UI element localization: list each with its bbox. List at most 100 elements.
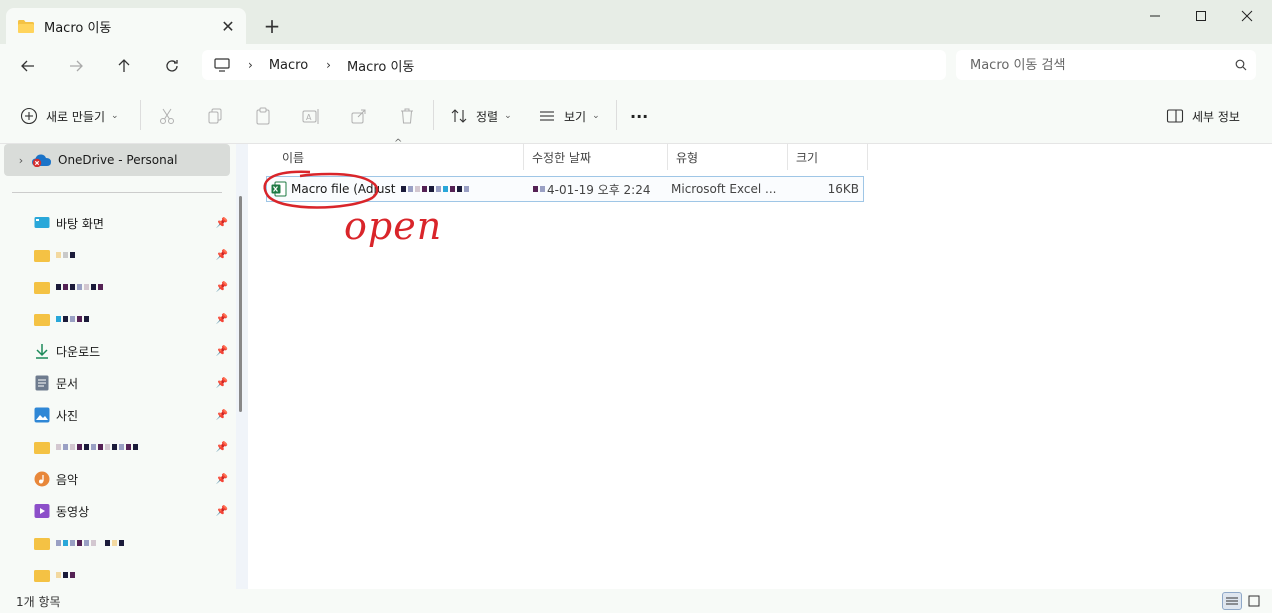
sidebar-item-folder[interactable] (34, 563, 230, 587)
pin-icon[interactable]: 📌 (214, 378, 230, 389)
paste-button[interactable] (254, 102, 272, 130)
column-header-type[interactable]: 유형 (668, 144, 788, 170)
pin-icon[interactable]: 📌 (214, 506, 230, 517)
maximize-button[interactable] (1178, 0, 1224, 32)
more-button[interactable]: ··· (630, 102, 648, 130)
copy-button[interactable] (206, 102, 224, 130)
add-circle-icon (20, 107, 38, 125)
address-bar[interactable]: › Macro › Macro 이동 (202, 50, 946, 80)
search-input[interactable] (970, 57, 1226, 73)
column-header-name[interactable]: 이름 (274, 144, 524, 170)
scissors-icon (160, 108, 174, 124)
sidebar-scrollbar[interactable] (239, 196, 242, 412)
sidebar-item-videos[interactable]: 동영상 📌 (34, 499, 230, 523)
new-label: 새로 만들기 (46, 109, 106, 124)
divider (433, 100, 434, 130)
new-tab-button[interactable]: + (258, 12, 286, 40)
chevron-right-icon: › (326, 58, 331, 72)
column-header-size[interactable]: 크기 (788, 144, 868, 170)
pin-icon[interactable]: 📌 (214, 474, 230, 485)
forward-button[interactable] (60, 50, 92, 82)
folder-icon (34, 567, 50, 583)
back-button[interactable] (12, 50, 44, 82)
pin-icon[interactable]: 📌 (214, 442, 230, 453)
annotation-text: open (344, 204, 443, 248)
trash-icon (401, 108, 413, 124)
sidebar-item-folder[interactable]: 📌 (34, 275, 230, 299)
sort-label: 정렬 (476, 109, 499, 124)
sidebar-item-music[interactable]: 음악 📌 (34, 467, 230, 491)
minimize-button[interactable] (1132, 0, 1178, 32)
sort-button[interactable]: 정렬 ⌄ (450, 102, 512, 130)
sidebar-item-downloads[interactable]: 다운로드 📌 (34, 339, 230, 363)
sidebar-item-desktop[interactable]: 바탕 화면 📌 (34, 211, 230, 235)
navigation-bar: › Macro › Macro 이동 (0, 44, 1272, 88)
sidebar-item-label: 동영상 (56, 504, 90, 519)
rename-icon: A (302, 109, 319, 124)
details-view-button[interactable] (1222, 592, 1242, 610)
pin-icon[interactable]: 📌 (214, 218, 230, 229)
sidebar-item-label: 다운로드 (56, 344, 101, 359)
sidebar-item-folder[interactable]: 📌 (34, 243, 230, 267)
file-date-cell: 4-01-19 오후 2:24 (529, 181, 667, 198)
refresh-button[interactable] (156, 50, 188, 82)
pin-icon[interactable]: 📌 (214, 410, 230, 421)
search-icon[interactable] (1226, 59, 1256, 71)
table-row[interactable]: Macro file (Adjust 4-01-19 오후 2:24 Micro… (266, 176, 864, 202)
breadcrumb-macro[interactable]: Macro (269, 58, 308, 73)
sidebar-item-folder[interactable]: 📌 (34, 435, 230, 459)
divider (616, 100, 617, 130)
column-header-date[interactable]: 수정한 날짜 (524, 144, 668, 170)
pin-icon[interactable]: 📌 (214, 346, 230, 357)
chevron-down-icon: ⌄ (504, 111, 512, 121)
details-button[interactable]: 세부 정보 (1166, 102, 1240, 130)
sidebar-item-onedrive[interactable]: › OneDrive - Personal (4, 144, 230, 176)
tiles-view-button[interactable] (1244, 592, 1264, 610)
sidebar-item-label: 사진 (56, 408, 79, 423)
redacted-label (533, 186, 545, 192)
more-icon: ··· (630, 106, 649, 126)
new-button[interactable]: 새로 만들기 ⌄ (20, 102, 119, 130)
divider (140, 100, 141, 130)
redacted-label (56, 316, 214, 322)
delete-button[interactable] (398, 102, 416, 130)
cut-button[interactable] (158, 102, 176, 130)
pin-icon[interactable]: 📌 (214, 314, 230, 325)
file-date: 4-01-19 오후 2:24 (547, 182, 651, 197)
up-button[interactable] (108, 50, 140, 82)
download-icon (34, 343, 50, 359)
tab-macro[interactable]: Macro 이동 ✕ (6, 8, 246, 44)
clipboard-icon (256, 107, 270, 125)
status-bar: 1개 항목 (0, 589, 1272, 613)
pin-icon[interactable]: 📌 (214, 250, 230, 261)
window-close-button[interactable] (1224, 0, 1270, 32)
folder-icon (34, 279, 50, 295)
redacted-label (56, 572, 230, 578)
pin-icon[interactable]: 📌 (214, 282, 230, 293)
excel-icon (271, 181, 287, 197)
search-box (956, 50, 1256, 80)
rename-button[interactable]: A (302, 102, 320, 130)
sidebar-item-folder[interactable]: 📌 (34, 307, 230, 331)
sidebar-item-pictures[interactable]: 사진 📌 (34, 403, 230, 427)
sidebar-item-label: 음악 (56, 472, 79, 487)
navigation-pane: › OneDrive - Personal 바탕 화면 📌 📌 📌 📌 다운로드… (0, 144, 236, 589)
music-icon (34, 471, 50, 487)
view-label: 보기 (564, 109, 587, 124)
sidebar-item-documents[interactable]: 문서 📌 (34, 371, 230, 395)
folder-icon (34, 247, 50, 263)
view-button[interactable]: 보기 ⌄ (538, 102, 600, 130)
minimize-icon (1150, 15, 1160, 17)
item-count: 1개 항목 (16, 594, 61, 609)
share-icon (351, 109, 366, 124)
share-button[interactable] (350, 102, 368, 130)
folder-icon (34, 535, 50, 551)
close-icon[interactable]: ✕ (214, 12, 242, 40)
sidebar-item-folder[interactable] (34, 531, 230, 555)
chevron-right-icon[interactable]: › (10, 154, 32, 167)
file-name: Macro file (Adjust (291, 182, 396, 196)
file-type-cell: Microsoft Excel ... (671, 182, 777, 196)
breadcrumb-macro-move[interactable]: Macro 이동 (347, 56, 414, 75)
sidebar-item-label: 바탕 화면 (56, 216, 104, 231)
folder-icon (34, 311, 50, 327)
